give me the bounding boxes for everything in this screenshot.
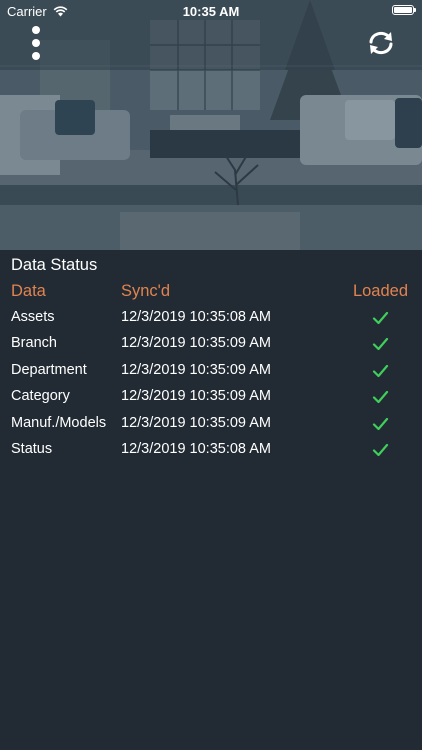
row-name: Status — [11, 440, 53, 457]
table-row: Manuf./Models 12/3/2019 10:35:09 AM — [0, 412, 422, 438]
checkmark-icon — [372, 311, 389, 325]
more-vertical-icon-dot — [32, 39, 40, 47]
row-sync-time: 12/3/2019 10:35:08 AM — [121, 309, 271, 325]
checkmark-icon — [372, 364, 389, 377]
row-name: Assets — [11, 309, 55, 325]
more-vertical-icon — [32, 26, 40, 34]
status-time: 10:35 AM — [182, 4, 240, 19]
row-name: Category — [11, 388, 70, 405]
more-menu-button[interactable] — [22, 26, 50, 60]
column-header-data: Data — [11, 282, 46, 300]
table-row: Branch 12/3/2019 10:35:09 AM — [0, 332, 422, 358]
checkmark-icon — [372, 417, 389, 430]
battery-icon — [392, 5, 416, 15]
table-row: Department 12/3/2019 10:35:09 AM — [0, 359, 422, 385]
row-sync-time: 12/3/2019 10:35:09 AM — [121, 388, 271, 405]
hero-image: Carrier 10:35 AM — [0, 0, 422, 250]
refresh-icon[interactable] — [366, 28, 396, 58]
checkmark-icon — [372, 338, 389, 351]
more-vertical-icon-dot — [32, 52, 40, 60]
row-name: Branch — [11, 335, 57, 352]
column-header-synced: Sync'd — [121, 282, 171, 300]
app-screen: Carrier 10:35 AM Data Status Data Sync'd… — [0, 0, 422, 750]
row-sync-time: 12/3/2019 10:35:09 AM — [121, 414, 271, 431]
row-sync-time: 12/3/2019 10:35:09 AM — [121, 335, 271, 352]
row-name: Manuf./Models — [11, 414, 107, 431]
row-sync-time: 12/3/2019 10:35:08 AM — [121, 440, 271, 457]
data-status-title: Data Status — [11, 256, 98, 274]
status-bar: Carrier 10:35 AM — [0, 0, 422, 22]
checkmark-icon — [372, 443, 389, 457]
table-row: Assets 12/3/2019 10:35:08 AM — [0, 306, 422, 332]
checkmark-icon — [372, 391, 389, 404]
data-status-table: Data Sync'd Loaded Assets 12/3/2019 10:3… — [0, 282, 422, 464]
lobby-photo — [0, 0, 422, 250]
table-header: Data Sync'd Loaded — [0, 282, 422, 306]
table-row: Category 12/3/2019 10:35:09 AM — [0, 385, 422, 411]
row-sync-time: 12/3/2019 10:35:09 AM — [121, 361, 271, 378]
row-name: Department — [11, 361, 87, 378]
table-row: Status 12/3/2019 10:35:08 AM — [0, 438, 422, 464]
column-header-loaded: Loaded — [352, 282, 408, 300]
